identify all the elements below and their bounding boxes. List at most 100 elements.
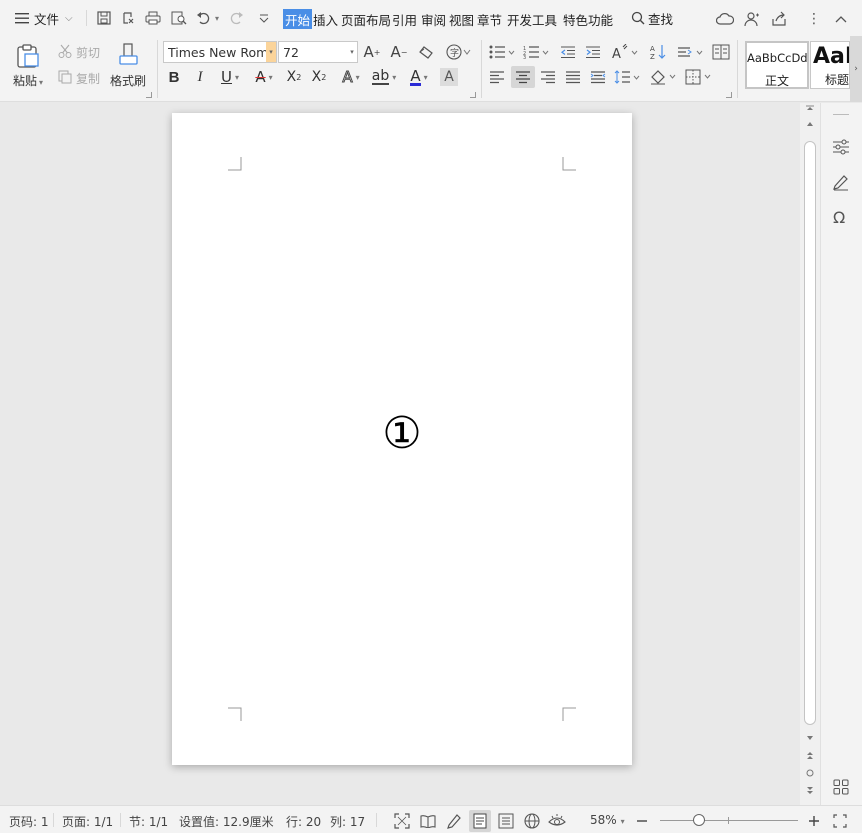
section-status[interactable]: 节: 1/1 <box>129 813 168 830</box>
pen-edit-icon[interactable] <box>831 172 851 192</box>
page-view-icon[interactable] <box>469 810 491 832</box>
character-shading-icon[interactable]: A <box>440 68 458 86</box>
subscript-icon[interactable]: X2 <box>309 68 329 86</box>
borders-icon[interactable] <box>685 68 713 86</box>
document-content[interactable]: ① <box>372 406 432 462</box>
align-left-icon[interactable] <box>488 68 506 86</box>
redo-icon[interactable] <box>228 10 244 26</box>
style-normal[interactable]: AaBbCcDd 正文 <box>745 41 809 89</box>
paste-button[interactable]: 粘贴 ▾ <box>13 72 43 89</box>
print-preview-icon[interactable] <box>171 10 187 26</box>
symbol-omega-icon[interactable]: Ω <box>831 207 851 227</box>
zoom-slider-thumb[interactable] <box>693 814 705 826</box>
line-spacing-icon[interactable] <box>614 68 642 86</box>
zoom-slider-track[interactable] <box>660 820 798 821</box>
strikethrough-icon[interactable]: A ▾ <box>251 68 277 86</box>
copy-icon[interactable] <box>58 70 72 84</box>
font-size-dropdown-icon[interactable]: ▾ <box>347 42 357 62</box>
format-painter-icon[interactable] <box>116 41 142 69</box>
write-mode-icon[interactable] <box>445 812 463 830</box>
file-menu[interactable]: 文件 ⌵ <box>14 0 73 36</box>
font-name-dropdown-icon[interactable]: ▾ <box>266 42 276 62</box>
paste-icon[interactable] <box>14 42 42 70</box>
clipboard-launcher-icon[interactable] <box>146 92 152 98</box>
scroll-down-icon[interactable] <box>806 735 814 741</box>
search-button[interactable]: 查找 <box>630 0 673 36</box>
shading-icon[interactable] <box>650 68 678 86</box>
align-right-icon[interactable] <box>539 68 557 86</box>
format-painter-label[interactable]: 格式刷 <box>110 72 146 89</box>
font-color-icon[interactable]: A ▾ <box>405 68 433 86</box>
align-center-icon[interactable] <box>511 66 535 88</box>
outline-view-icon[interactable] <box>497 812 515 830</box>
undo-dropdown-icon[interactable]: ▾ <box>213 12 221 24</box>
customize-toolbar-icon[interactable] <box>256 10 272 26</box>
copy-label[interactable]: 复制 <box>76 70 100 87</box>
phonetic-guide-icon[interactable]: 字 <box>444 43 472 61</box>
page-code-status[interactable]: 页码: 1 <box>9 813 49 830</box>
collaborate-icon[interactable] <box>743 10 761 28</box>
tab-home[interactable]: 开始 <box>283 9 313 29</box>
cut-label[interactable]: 剪切 <box>76 44 100 61</box>
tab-page-layout[interactable]: 页面布局 <box>341 9 391 29</box>
numbered-list-icon[interactable]: 123 <box>522 43 550 61</box>
tab-developer-tools[interactable]: 开发工具 <box>507 9 557 29</box>
print-icon[interactable] <box>145 10 161 26</box>
paragraph-launcher-icon[interactable] <box>726 92 732 98</box>
column-status[interactable]: 列: 17 <box>330 813 365 830</box>
share-icon[interactable] <box>770 10 788 28</box>
change-case-icon[interactable]: A <box>611 43 639 61</box>
columns-icon[interactable] <box>711 43 731 61</box>
underline-icon[interactable]: U ▾ <box>217 68 243 86</box>
bold-icon[interactable]: B <box>166 68 182 86</box>
save-icon[interactable] <box>96 10 112 26</box>
zoom-in-icon[interactable] <box>805 812 823 830</box>
justify-icon[interactable] <box>564 68 582 86</box>
superscript-icon[interactable]: X2 <box>284 68 304 86</box>
vertical-scrollbar[interactable] <box>800 103 820 805</box>
eye-protection-icon[interactable] <box>548 812 566 830</box>
next-page-icon[interactable] <box>806 787 814 795</box>
zoom-out-icon[interactable] <box>633 812 651 830</box>
fullscreen-icon[interactable] <box>393 812 411 830</box>
setting-value-status[interactable]: 设置值: 12.9厘米 <box>179 813 274 830</box>
reading-mode-icon[interactable] <box>419 812 437 830</box>
distribute-icon[interactable] <box>589 68 607 86</box>
scroll-top-icon[interactable] <box>806 105 814 111</box>
browse-object-icon[interactable] <box>806 769 814 777</box>
apps-grid-icon[interactable] <box>831 777 851 797</box>
shrink-font-icon[interactable]: A − <box>389 43 409 61</box>
adjust-settings-icon[interactable] <box>831 137 851 157</box>
previous-page-icon[interactable] <box>806 751 814 759</box>
text-effect-icon[interactable]: A ▾ <box>338 68 364 87</box>
undo-icon[interactable] <box>196 10 212 26</box>
tab-special-features[interactable]: 特色功能 <box>563 9 613 29</box>
bullet-list-icon[interactable] <box>488 43 516 61</box>
font-name-combo[interactable]: Times New Roman ▾ <box>163 41 277 63</box>
sort-icon[interactable]: AZ <box>649 43 667 61</box>
scroll-up-icon[interactable] <box>806 121 814 127</box>
styles-scroll-right-icon[interactable]: › <box>850 36 862 102</box>
style-heading[interactable]: AaI 标题 <box>810 41 850 89</box>
font-size-combo[interactable]: 72 ▾ <box>278 41 358 63</box>
row-status[interactable]: 行: 20 <box>286 813 321 830</box>
tab-references[interactable]: 引用 <box>392 9 417 29</box>
scroll-thumb[interactable] <box>804 141 816 725</box>
zoom-percent[interactable]: 58% ▾ <box>590 813 625 827</box>
decrease-indent-icon[interactable] <box>559 43 577 61</box>
grow-font-icon[interactable]: A + <box>362 43 382 61</box>
export-pdf-icon[interactable] <box>120 10 136 26</box>
tab-review[interactable]: 审阅 <box>421 9 446 29</box>
tab-chapter[interactable]: 章节 <box>477 9 502 29</box>
font-launcher-icon[interactable] <box>470 92 476 98</box>
more-options-icon[interactable]: ⋮ <box>806 10 822 28</box>
clear-format-icon[interactable] <box>416 43 436 61</box>
tab-insert[interactable]: 插入 <box>313 9 338 29</box>
cloud-sync-icon[interactable] <box>716 10 734 28</box>
pages-status[interactable]: 页面: 1/1 <box>62 813 113 830</box>
fit-window-icon[interactable] <box>831 812 849 830</box>
highlight-icon[interactable]: ab ▾ <box>370 68 398 86</box>
collapse-ribbon-icon[interactable] <box>832 10 850 28</box>
web-view-icon[interactable] <box>523 812 541 830</box>
italic-icon[interactable]: I <box>192 68 208 86</box>
